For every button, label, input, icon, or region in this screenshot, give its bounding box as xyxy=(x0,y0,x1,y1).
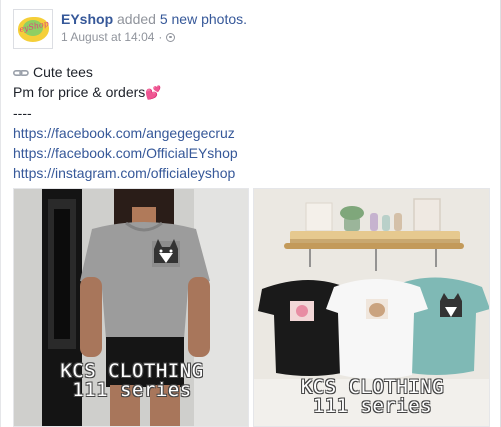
action-prefix: added xyxy=(117,11,156,27)
watermark-line2: 111 series xyxy=(72,379,192,401)
post-headline: EYshop added 5 new photos. xyxy=(61,10,247,28)
post-timestamp[interactable]: 1 August at 14:04 xyxy=(61,30,154,44)
page-name-link[interactable]: EYshop xyxy=(61,11,113,27)
photo-grey-tee[interactable]: KCS CLOTHING 111 series xyxy=(13,188,249,427)
link-icon xyxy=(13,70,29,77)
post-action-text: added 5 new photos. xyxy=(117,11,247,27)
post-subline: 1 August at 14:04 · xyxy=(61,30,247,44)
page-avatar[interactable]: eyShop xyxy=(13,9,53,49)
post-body: Cute tees Pm for price & orders💕 ---- ht… xyxy=(13,62,483,183)
meta-separator: · xyxy=(158,30,163,44)
photo-count-link[interactable]: 5 new photos. xyxy=(160,11,247,27)
heart-icon: 💕 xyxy=(145,85,162,100)
post-pricing-line: Pm for price & orders💕 xyxy=(13,82,483,103)
facebook-post: eyShop EYshop added 5 new photos. 1 Augu… xyxy=(0,0,501,427)
photo-three-tees[interactable]: KCS CLOTHING 111 series xyxy=(253,188,490,427)
photo-watermark: KCS CLOTHING 111 series xyxy=(254,378,489,417)
link-facebook-officialeyshop[interactable]: https://facebook.com/OfficialEYshop xyxy=(13,143,483,163)
link-instagram-officialeyshop[interactable]: https://instagram.com/officialeyshop xyxy=(13,163,483,183)
photo-watermark: KCS CLOTHING 111 series xyxy=(14,362,248,401)
link-facebook-angegegecruz[interactable]: https://facebook.com/angegegecruz xyxy=(13,123,483,143)
post-header: eyShop EYshop added 5 new photos. 1 Augu… xyxy=(13,9,247,49)
pricing-text: Pm for price & orders xyxy=(13,84,146,100)
watermark-line2: 111 series xyxy=(312,395,433,417)
post-meta: EYshop added 5 new photos. 1 August at 1… xyxy=(61,9,247,49)
post-title-line: Cute tees xyxy=(13,62,483,82)
globe-icon[interactable] xyxy=(166,32,176,42)
post-divider-text: ---- xyxy=(13,105,32,121)
post-title-text: Cute tees xyxy=(33,64,93,80)
photo-grid: KCS CLOTHING 111 series KCS CLOTHING 111… xyxy=(13,188,490,427)
